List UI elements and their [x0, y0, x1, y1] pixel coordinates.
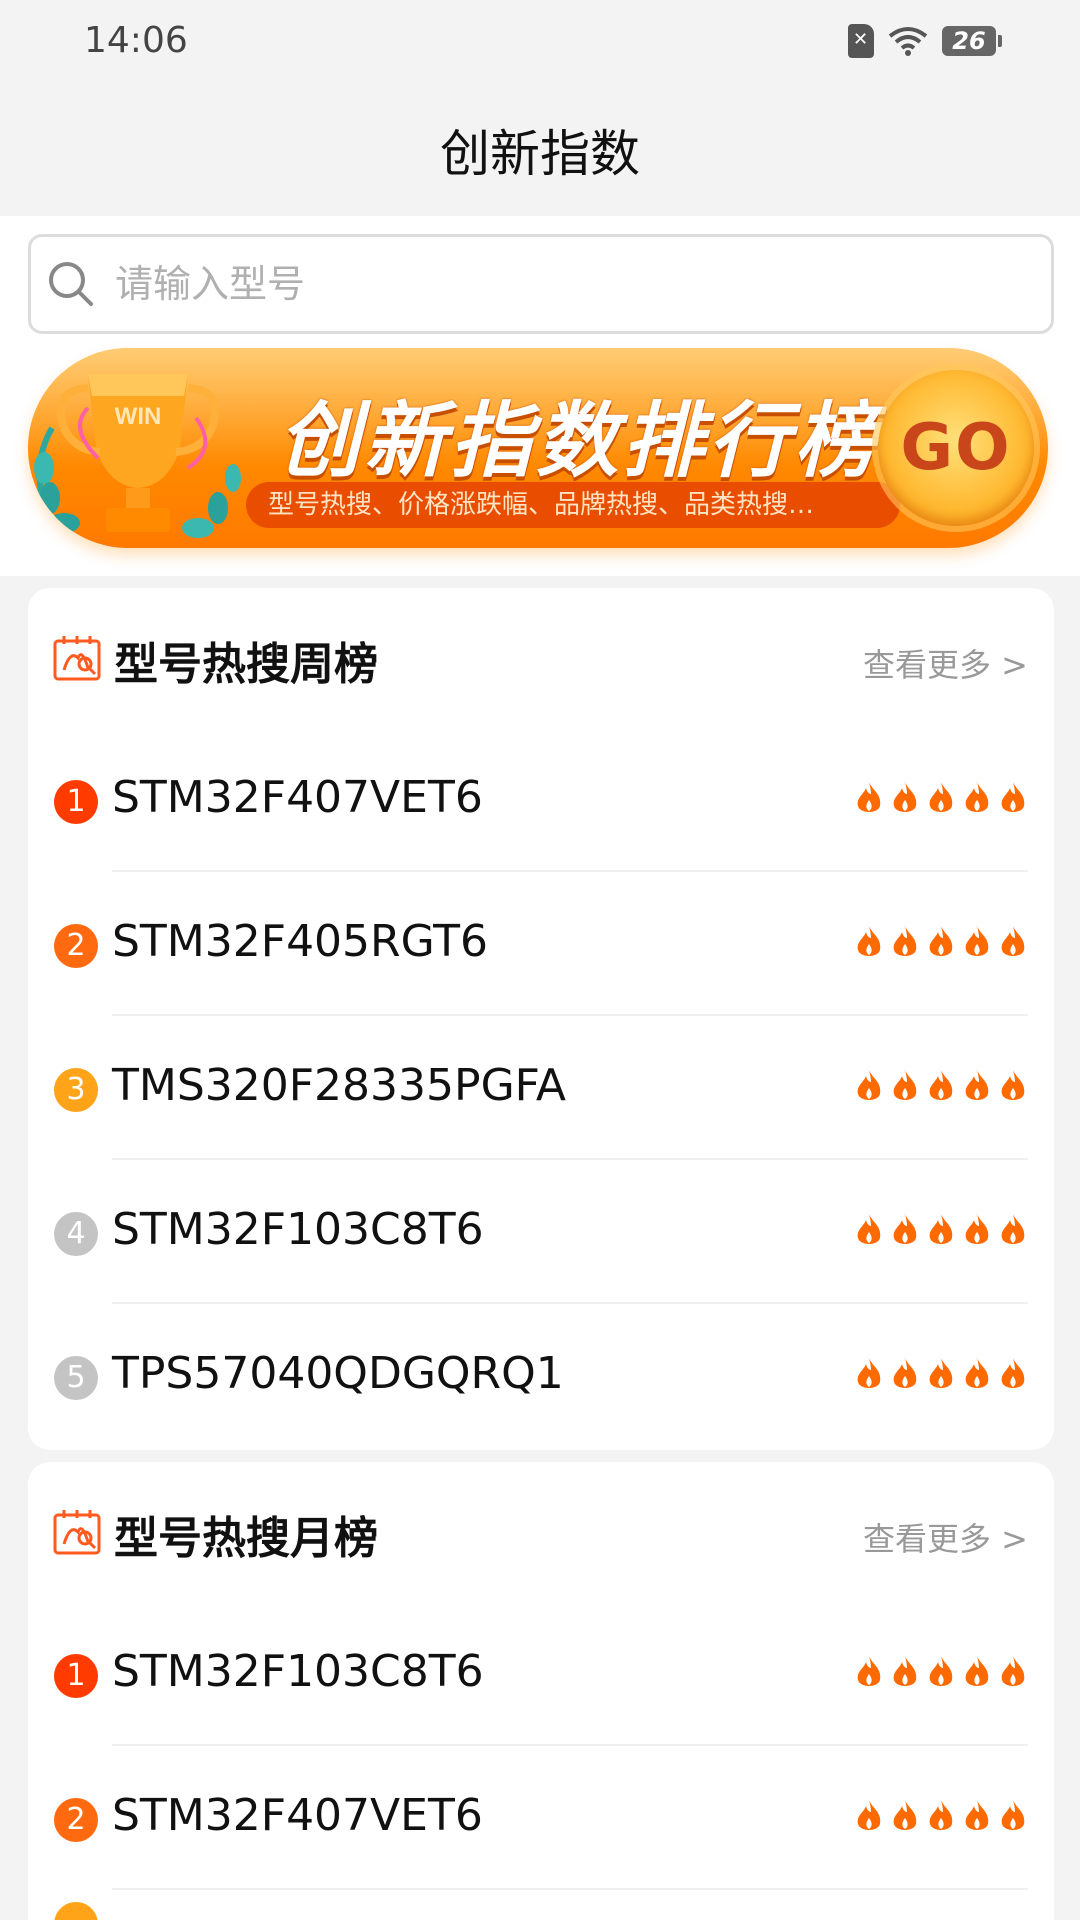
rank-row[interactable]: 2 STM32F407VET6: [28, 1746, 1054, 1890]
model-name: TMS320F28335PGFA: [112, 1060, 567, 1111]
model-name: STM32F103C8T6: [112, 1204, 484, 1255]
card-header: 型号热搜月榜 查看更多 >: [28, 1462, 1054, 1602]
rank-badge: 1: [54, 780, 98, 824]
flame-icon: [929, 1656, 953, 1686]
heat-rating: [854, 780, 1028, 816]
flame-icon: [965, 1656, 989, 1686]
status-time: 14:06: [84, 20, 188, 61]
rank-badge: 3: [54, 1068, 98, 1112]
status-icons: 26: [848, 24, 1002, 58]
flame-icon: [893, 1358, 917, 1388]
weekly-ranking-card: 型号热搜周榜 查看更多 > 1 STM32F407VET6 2 STM32F405RG…: [28, 588, 1054, 1450]
flame-icon: [857, 1358, 881, 1388]
heat-rating: [854, 1212, 1028, 1248]
row-divider: [112, 1888, 1028, 1890]
flame-icon: [929, 1214, 953, 1244]
top-section: WIN 创新指数排行榜 型号热搜、价格涨跌幅、品牌热搜、品类热搜… GO: [0, 216, 1080, 576]
rank-row[interactable]: 4 STM32F103C8T6: [28, 1160, 1054, 1304]
flame-icon: [929, 1800, 953, 1830]
rank-badge: [54, 1902, 98, 1920]
flame-icon: [857, 926, 881, 956]
battery-icon: 26: [942, 26, 1002, 56]
flame-icon: [1001, 1070, 1025, 1100]
status-bar: 14:06 26: [0, 0, 1080, 88]
rank-row[interactable]: 2 STM32F405RGT6: [28, 872, 1054, 1016]
flame-icon: [965, 1070, 989, 1100]
search-icon: [49, 262, 93, 306]
monthly-title: 型号热搜月榜: [114, 1513, 378, 1564]
no-sim-icon: [848, 24, 874, 58]
model-name: STM32F407VET6: [112, 1790, 483, 1841]
flame-icon: [965, 926, 989, 956]
flame-icon: [857, 1656, 881, 1686]
flame-icon: [857, 1070, 881, 1100]
flame-icon: [893, 1656, 917, 1686]
monthly-ranking-card: 型号热搜月榜 查看更多 > 1 STM32F103C8T6 2 STM32F407VE…: [28, 1462, 1054, 1920]
banner-title: 创新指数排行榜: [278, 394, 880, 489]
flame-icon: [1001, 1800, 1025, 1830]
heat-rating: [854, 1356, 1028, 1392]
go-button[interactable]: GO: [878, 370, 1034, 526]
rank-badge: 4: [54, 1212, 98, 1256]
rank-row[interactable]: 1 STM32F407VET6: [28, 728, 1054, 872]
rank-badge: 5: [54, 1356, 98, 1400]
rank-badge: 1: [54, 1654, 98, 1698]
weekly-see-more-link[interactable]: 查看更多 >: [863, 640, 1028, 686]
flame-icon: [965, 1214, 989, 1244]
hot-chart-icon: [53, 1510, 101, 1555]
monthly-see-more-link[interactable]: 查看更多 >: [863, 1514, 1028, 1560]
trophy-icon: WIN: [34, 374, 241, 538]
main-content: WIN 创新指数排行榜 型号热搜、价格涨跌幅、品牌热搜、品类热搜… GO 型号热…: [0, 216, 1080, 1920]
flame-icon: [893, 926, 917, 956]
flame-icon: [893, 1214, 917, 1244]
flame-icon: [965, 1358, 989, 1388]
heat-rating: [854, 1654, 1028, 1690]
search-box[interactable]: [28, 234, 1054, 334]
flame-icon: [857, 1214, 881, 1244]
flame-icon: [857, 782, 881, 812]
flame-icon: [893, 1070, 917, 1100]
flame-icon: [857, 1800, 881, 1830]
flame-icon: [929, 1070, 953, 1100]
flame-icon: [929, 926, 953, 956]
flame-icon: [893, 782, 917, 812]
go-label: GO: [900, 411, 1012, 485]
model-name: STM32F405RGT6: [112, 916, 489, 967]
card-header: 型号热搜周榜 查看更多 >: [28, 588, 1054, 728]
trophy-text: WIN: [115, 403, 162, 430]
page-title: 创新指数: [440, 125, 640, 183]
flame-icon: [1001, 1214, 1025, 1244]
flame-icon: [965, 1800, 989, 1830]
weekly-title: 型号热搜周榜: [114, 639, 378, 690]
search-input[interactable]: [115, 262, 1015, 306]
heat-rating: [854, 1068, 1028, 1104]
heat-rating: [854, 924, 1028, 960]
flame-icon: [929, 782, 953, 812]
model-name: STM32F407VET6: [112, 772, 483, 823]
ranking-banner[interactable]: WIN 创新指数排行榜 型号热搜、价格涨跌幅、品牌热搜、品类热搜… GO: [28, 348, 1048, 548]
rank-badge: 2: [54, 1798, 98, 1842]
rank-row[interactable]: 5 TPS57040QDGQRQ1: [28, 1304, 1054, 1448]
model-name: TPS57040QDGQRQ1: [112, 1348, 564, 1399]
banner-subtitle: 型号热搜、价格涨跌幅、品牌热搜、品类热搜…: [246, 482, 900, 528]
flame-icon: [1001, 782, 1025, 812]
heat-rating: [854, 1798, 1028, 1834]
flame-icon: [1001, 1358, 1025, 1388]
wifi-icon: [888, 26, 928, 56]
nav-bar: 创新指数: [0, 88, 1080, 216]
rank-row[interactable]: 3 TMS320F28335PGFA: [28, 1016, 1054, 1160]
flame-icon: [893, 1800, 917, 1830]
rank-badge: 2: [54, 924, 98, 968]
flame-icon: [965, 782, 989, 812]
flame-icon: [929, 1358, 953, 1388]
monthly-list: 1 STM32F103C8T6 2 STM32F407VET6: [28, 1602, 1054, 1890]
model-name: STM32F103C8T6: [112, 1646, 484, 1697]
flame-icon: [1001, 926, 1025, 956]
flame-icon: [1001, 1656, 1025, 1686]
rank-row[interactable]: 1 STM32F103C8T6: [28, 1602, 1054, 1746]
weekly-list: 1 STM32F407VET6 2 STM32F405RGT6 3 TMS320F2833…: [28, 728, 1054, 1448]
hot-chart-icon: [53, 636, 101, 681]
